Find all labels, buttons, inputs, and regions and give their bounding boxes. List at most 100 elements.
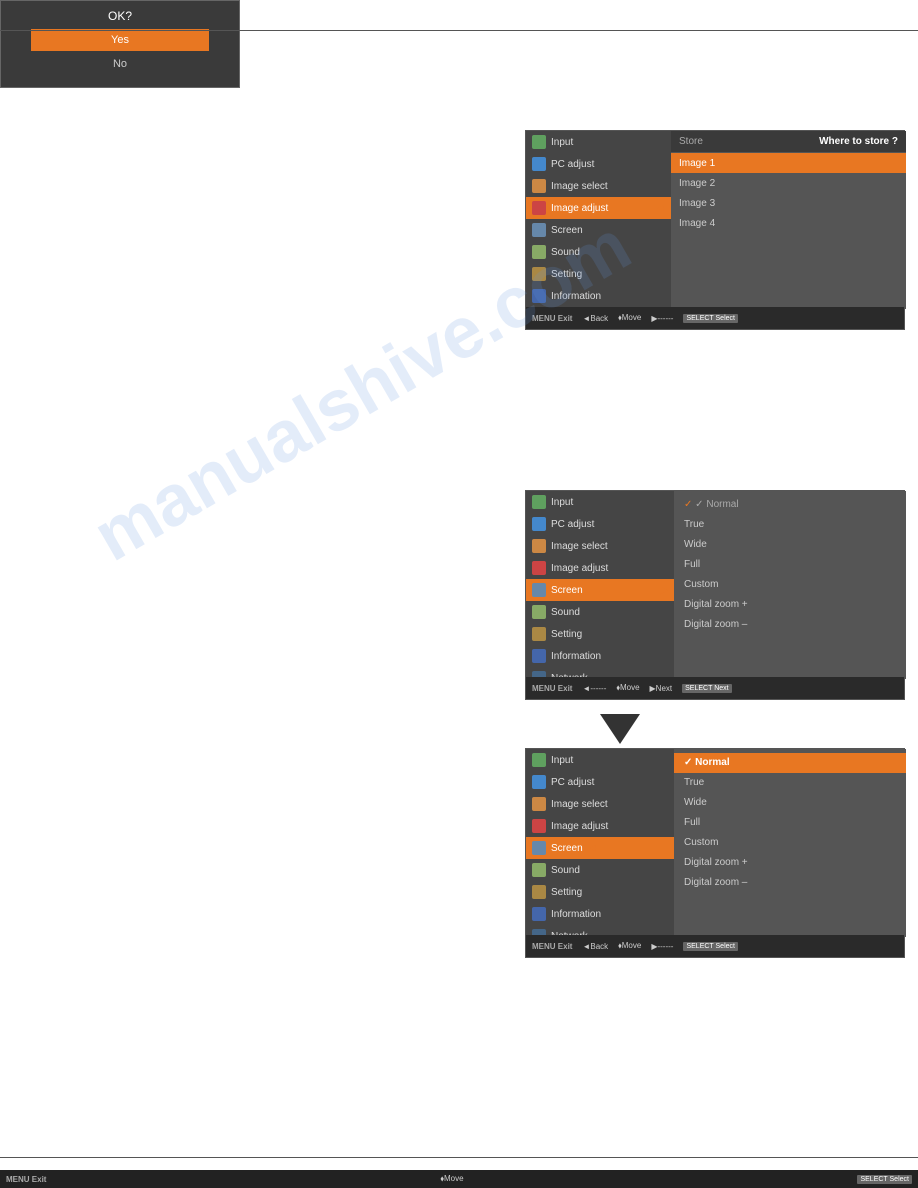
panel1-statusbar: MENU Exit ◄Back ⬧Move ▶------ SELECT Sel… bbox=[526, 307, 904, 329]
p3-submenu-full[interactable]: Full bbox=[674, 555, 906, 575]
p4-menu-setting[interactable]: Setting bbox=[526, 881, 674, 903]
p1-dash: ▶------ bbox=[651, 314, 673, 323]
pc-icon bbox=[532, 157, 546, 171]
p3-submenu-normal[interactable]: ✓ Normal bbox=[674, 495, 906, 515]
screen-icon bbox=[532, 583, 546, 597]
imgadj-icon bbox=[532, 561, 546, 575]
p4-menu-exit: MENU Exit bbox=[532, 942, 572, 951]
sound-icon bbox=[532, 863, 546, 877]
info-icon bbox=[532, 907, 546, 921]
menu-item-information[interactable]: Information bbox=[526, 285, 671, 307]
p4-move: ⬧Move bbox=[618, 941, 641, 951]
pc-icon bbox=[532, 775, 546, 789]
info-icon bbox=[532, 289, 546, 303]
imgadj-icon bbox=[532, 201, 546, 215]
p4-submenu-true[interactable]: True bbox=[674, 773, 906, 793]
p1-back: ◄Back bbox=[582, 314, 608, 323]
p4-menu-sound[interactable]: Sound bbox=[526, 859, 674, 881]
menu-item-sound[interactable]: Sound bbox=[526, 241, 671, 263]
store-title: Store bbox=[679, 136, 703, 147]
arrow-left-icon: ◄ bbox=[588, 843, 598, 854]
where-to-store-label: Where to store ? bbox=[819, 136, 898, 147]
p3-menu-pcadjust[interactable]: PC adjust bbox=[526, 513, 674, 535]
p4-menu-input[interactable]: Input bbox=[526, 749, 674, 771]
p3-menu-setting[interactable]: Setting bbox=[526, 623, 674, 645]
p4-submenu-full[interactable]: Full bbox=[674, 813, 906, 833]
panel3-statusbar: MENU Exit ◄------ ⬧Move ▶Next SELECT Nex… bbox=[526, 677, 904, 699]
chevron-right-icon: ▶ bbox=[660, 585, 668, 596]
p3-menu-screen[interactable]: Screen ▶ bbox=[526, 579, 674, 601]
store-item-3[interactable]: Image 3 bbox=[671, 193, 906, 213]
input-icon bbox=[532, 135, 546, 149]
p4-select: SELECT Select bbox=[683, 942, 738, 951]
menu-item-screen[interactable]: Screen bbox=[526, 219, 671, 241]
ok-title: OK? bbox=[1, 1, 239, 29]
panel3-screen-menu: Input PC adjust Image select Image adjus… bbox=[525, 490, 905, 700]
setting-icon bbox=[532, 885, 546, 899]
panel4-left-menu: Input PC adjust Image select Image adjus… bbox=[526, 749, 674, 937]
p3-submenu-true[interactable]: True bbox=[674, 515, 906, 535]
imgsel-icon bbox=[532, 797, 546, 811]
store-item-2[interactable]: Image 2 bbox=[671, 173, 906, 193]
setting-icon bbox=[532, 267, 546, 281]
panel3-right-submenu: ✓ Normal True Wide Full Custom Digital z… bbox=[674, 491, 906, 679]
screen-icon bbox=[532, 841, 546, 855]
pc-icon bbox=[532, 517, 546, 531]
p3-back: ◄------ bbox=[582, 684, 606, 693]
p3-menu-imgadj[interactable]: Image adjust bbox=[526, 557, 674, 579]
page-border-bottom bbox=[0, 1157, 918, 1158]
p2-menu-exit: MENU Exit bbox=[6, 1175, 46, 1184]
menu-item-pcadjust[interactable]: PC adjust bbox=[526, 153, 671, 175]
p4-submenu-dzoomplus[interactable]: Digital zoom + bbox=[674, 853, 906, 873]
input-icon bbox=[532, 753, 546, 767]
screen-icon bbox=[532, 223, 546, 237]
menu-item-setting[interactable]: Setting bbox=[526, 263, 671, 285]
p3-select: SELECT Next bbox=[682, 684, 731, 693]
p1-menu-exit: MENU Exit bbox=[532, 314, 572, 323]
p3-menu-exit: MENU Exit bbox=[532, 684, 572, 693]
info-icon bbox=[532, 649, 546, 663]
p3-submenu-dzoomplus[interactable]: Digital zoom + bbox=[674, 595, 906, 615]
panel2-ok-dialog: OK? Yes No MENU Exit ⬧Move SELECT Select bbox=[0, 0, 240, 88]
setting-icon bbox=[532, 627, 546, 641]
p4-submenu-custom[interactable]: Custom bbox=[674, 833, 906, 853]
menu-item-input[interactable]: Input bbox=[526, 131, 671, 153]
arrow-right-icon: ◄ bbox=[655, 203, 665, 214]
p3-next: ▶Next bbox=[650, 684, 673, 693]
p3-submenu-wide[interactable]: Wide bbox=[674, 535, 906, 555]
input-icon bbox=[532, 495, 546, 509]
p4-submenu-normal[interactable]: ✓ Normal bbox=[674, 753, 906, 773]
p4-menu-screen[interactable]: Screen ◄ bbox=[526, 837, 674, 859]
menu-item-imageadjust[interactable]: Image adjust ◄ bbox=[526, 197, 671, 219]
panel1-right-store: Store Where to store ? Image 1 Image 2 I… bbox=[671, 131, 906, 309]
page-border-top bbox=[0, 30, 918, 31]
p4-dash: ▶------ bbox=[651, 942, 673, 951]
p3-menu-sound[interactable]: Sound bbox=[526, 601, 674, 623]
p3-menu-info[interactable]: Information bbox=[526, 645, 674, 667]
p3-submenu-custom[interactable]: Custom bbox=[674, 575, 906, 595]
p3-menu-imgsel[interactable]: Image select bbox=[526, 535, 674, 557]
p4-back: ◄Back bbox=[582, 942, 608, 951]
imgsel-icon bbox=[532, 539, 546, 553]
p3-move: ⬧Move bbox=[616, 683, 639, 693]
imgadj-icon bbox=[532, 819, 546, 833]
p4-menu-imgadj[interactable]: Image adjust bbox=[526, 815, 674, 837]
p2-select: SELECT Select bbox=[857, 1175, 912, 1184]
menu-item-imageselect[interactable]: Image select bbox=[526, 175, 671, 197]
p4-submenu-dzoomminus[interactable]: Digital zoom – bbox=[674, 873, 906, 893]
store-item-1[interactable]: Image 1 bbox=[671, 153, 906, 173]
p3-submenu-dzoomminus[interactable]: Digital zoom – bbox=[674, 615, 906, 635]
store-item-4[interactable]: Image 4 bbox=[671, 213, 906, 233]
ok-no-button[interactable]: No bbox=[1, 55, 239, 73]
p4-menu-info[interactable]: Information bbox=[526, 903, 674, 925]
p4-submenu-wide[interactable]: Wide bbox=[674, 793, 906, 813]
sound-icon bbox=[532, 245, 546, 259]
panel3-left-menu: Input PC adjust Image select Image adjus… bbox=[526, 491, 674, 679]
ok-yes-button[interactable]: Yes bbox=[31, 29, 209, 51]
p4-menu-pcadjust[interactable]: PC adjust bbox=[526, 771, 674, 793]
p1-move: ⬧Move bbox=[618, 313, 641, 323]
p3-menu-input[interactable]: Input bbox=[526, 491, 674, 513]
panel2-statusbar: MENU Exit ⬧Move SELECT Select bbox=[0, 1170, 918, 1188]
p4-menu-imgsel[interactable]: Image select bbox=[526, 793, 674, 815]
panel4-screen-normal: Input PC adjust Image select Image adjus… bbox=[525, 748, 905, 958]
